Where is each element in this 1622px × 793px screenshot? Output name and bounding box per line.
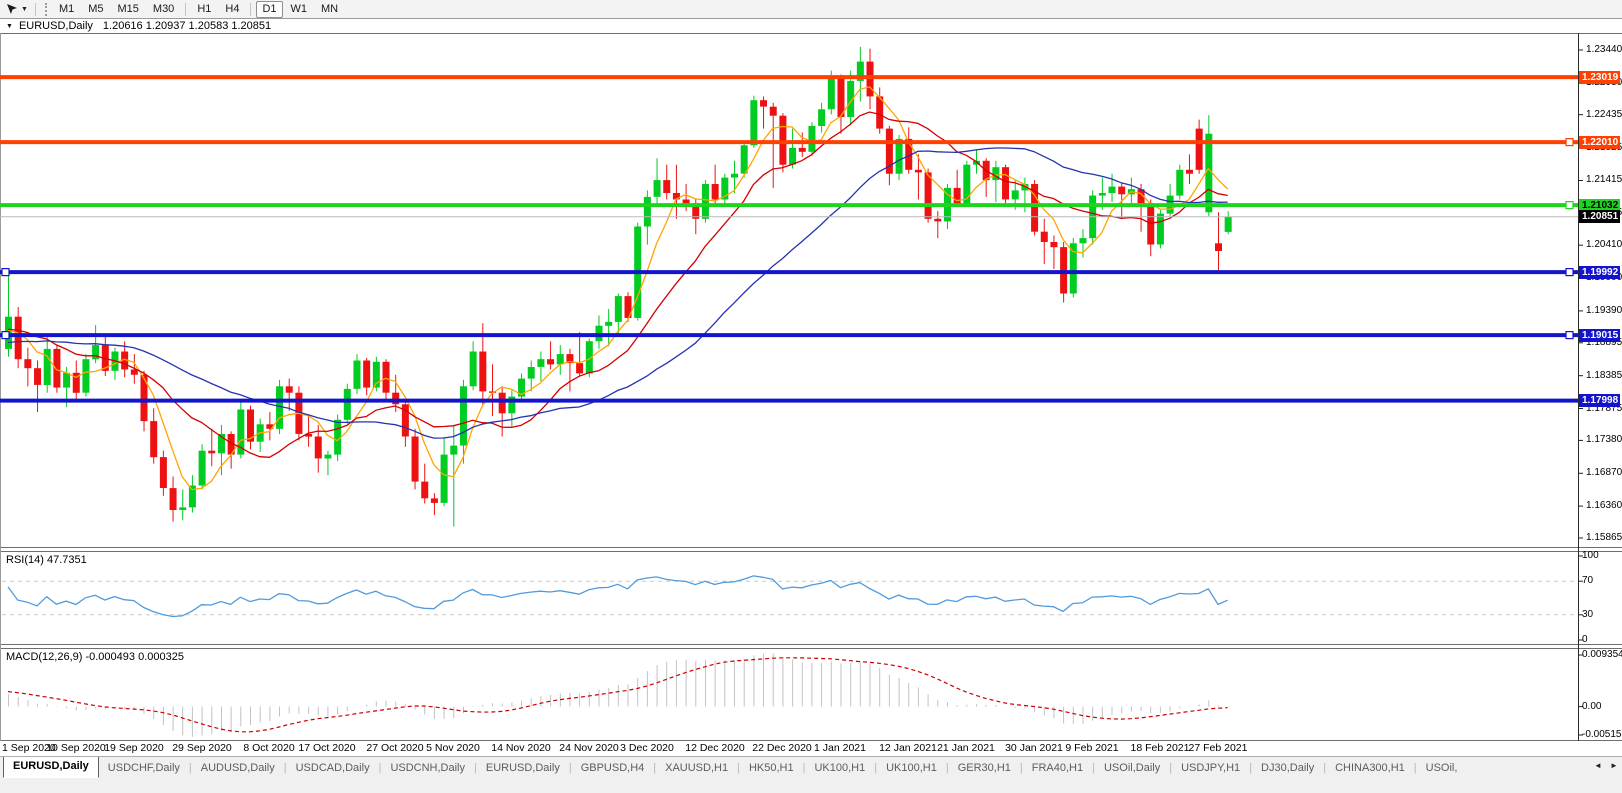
date-tick-label: 30 Jan 2021	[1005, 742, 1063, 754]
price-tick-label: 1.19390	[1586, 305, 1622, 316]
price-level-label: 1.19015	[1579, 329, 1620, 342]
chart-tab-ger30-h1[interactable]: GER30,H1	[949, 759, 1020, 778]
date-tick-label: 19 Sep 2020	[104, 742, 164, 754]
timeframe-button-w1[interactable]: W1	[285, 1, 314, 18]
toolbar-separator	[185, 2, 187, 16]
date-tick-label: 3 Dec 2020	[620, 742, 674, 754]
mt4-window: ▼ M1 M5 M15 M30 H1 H4 D1 W1 MN ▼ EURUSD,Daily 1.…	[0, 0, 1622, 793]
timeframe-button-h4[interactable]: H4	[219, 1, 245, 18]
price-level-label: 1.23019	[1579, 71, 1620, 84]
panel-splitter[interactable]	[0, 547, 1622, 548]
window-menu-icon[interactable]: ▼	[6, 23, 13, 30]
macd-indicator-label: MACD(12,26,9) -0.000493 0.000325	[6, 651, 184, 663]
chart-tab-uk100-h1[interactable]: UK100,H1	[877, 759, 946, 778]
timeframe-button-m30[interactable]: M30	[147, 1, 180, 18]
timeframe-buttons: M1 M5 M15 M30 H1 H4 D1 W1 MN	[52, 0, 345, 18]
date-tick-label: 9 Feb 2021	[1065, 742, 1119, 754]
price-tick-label: 1.20410	[1586, 239, 1622, 250]
rsi-tick-label: 30	[1582, 609, 1594, 620]
chart-tab-usdcad-daily[interactable]: USDCAD,Daily	[287, 759, 379, 778]
chart-tabs-bar: EURUSD,Daily USDCHF,Daily | AUDUSD,Daily | US…	[0, 756, 1622, 778]
chart-tab-fra40-h1[interactable]: FRA40,H1	[1023, 759, 1092, 778]
price-tick-label: 1.23440	[1586, 44, 1622, 55]
date-tick-label: 27 Feb 2021	[1188, 742, 1248, 754]
macd-panel[interactable]	[0, 649, 1578, 740]
chart-tab-eurusd-daily[interactable]: EURUSD,Daily	[3, 757, 99, 778]
macd-tick-label: 0.009354	[1582, 649, 1622, 660]
timeframe-button-m5[interactable]: M5	[82, 1, 109, 18]
price-tick-label: 1.22435	[1586, 109, 1622, 120]
chart-tab-usdcnh-daily[interactable]: USDCNH,Daily	[381, 759, 474, 778]
chart-tab-eurusd-daily[interactable]: EURUSD,Daily	[477, 759, 569, 778]
date-tick-label: 5 Nov 2020	[426, 742, 480, 754]
timeframe-button-m15[interactable]: M15	[112, 1, 145, 18]
price-axis[interactable]: 1.234401.229301.224351.219251.214151.209…	[1578, 0, 1622, 756]
chart-tab-hk50-h1[interactable]: HK50,H1	[740, 759, 803, 778]
toolbar-separator	[34, 2, 36, 16]
timeframe-button-h1[interactable]: H1	[191, 1, 217, 18]
price-level-label: 1.22010	[1579, 136, 1620, 149]
chart-tab-dj30-daily[interactable]: DJ30,Daily	[1252, 759, 1323, 778]
date-tick-label: 24 Nov 2020	[559, 742, 619, 754]
cursor-tool-icon[interactable]	[4, 2, 20, 16]
timeframe-button-d1[interactable]: D1	[256, 0, 283, 18]
chart-tab-usoil[interactable]: USOil,	[1417, 759, 1467, 778]
rsi-tick-label: 0	[1582, 634, 1588, 645]
chart-ohlc-values: 1.20616 1.20937 1.20583 1.20851	[102, 20, 272, 32]
chart-tab-usdjpy-h1[interactable]: USDJPY,H1	[1172, 759, 1249, 778]
price-tick-label: 1.18385	[1586, 370, 1622, 381]
date-tick-label: 27 Oct 2020	[366, 742, 424, 754]
price-level-label: 1.19992	[1579, 266, 1620, 279]
rsi-indicator-label: RSI(14) 47.7351	[6, 554, 87, 566]
chart-tab-usdchf-daily[interactable]: USDCHF,Daily	[99, 759, 189, 778]
date-tick-label: 17 Oct 2020	[298, 742, 356, 754]
price-tick-label: 1.15865	[1586, 532, 1622, 543]
toolbar-separator	[250, 2, 252, 16]
main-chart-plot-area[interactable]	[0, 34, 1578, 547]
chart-tab-gbpusd-h4[interactable]: GBPUSD,H4	[572, 759, 654, 778]
toolbar-grip[interactable]	[44, 2, 47, 16]
date-tick-label: 22 Dec 2020	[752, 742, 812, 754]
date-tick-label: 21 Jan 2021	[937, 742, 995, 754]
price-tick-label: 1.16870	[1586, 467, 1622, 478]
toolbar-dropdown-caret[interactable]: ▼	[21, 6, 28, 13]
tabs-scroll-right-icon[interactable]: ►	[1608, 758, 1620, 774]
chart-tab-xauusd-h1[interactable]: XAUUSD,H1	[656, 759, 737, 778]
date-tick-label: 1 Jan 2021	[814, 742, 866, 754]
date-tick-label: 14 Nov 2020	[491, 742, 551, 754]
date-tick-label: 29 Sep 2020	[172, 742, 232, 754]
chart-tab-uk100-h1[interactable]: UK100,H1	[805, 759, 874, 778]
date-tick-label: 8 Oct 2020	[243, 742, 295, 754]
price-tick-label: 1.21415	[1586, 174, 1622, 185]
macd-tick-label: -0.005156	[1582, 729, 1622, 740]
rsi-tick-label: 100	[1582, 550, 1599, 561]
chart-tab-audusd-daily[interactable]: AUDUSD,Daily	[192, 759, 284, 778]
chart-symbol-label: EURUSD,Daily	[18, 20, 93, 32]
date-tick-label: 12 Jan 2021	[879, 742, 937, 754]
tabs-scroll-arrows: ◄ ►	[1592, 758, 1620, 774]
toolbar: ▼ M1 M5 M15 M30 H1 H4 D1 W1 MN	[0, 0, 1622, 19]
tabs-scroll-left-icon[interactable]: ◄	[1592, 758, 1604, 774]
time-axis[interactable]: 1 Sep 2020 10 Sep 2020 19 Sep 2020 29 Sep 2…	[0, 741, 1622, 756]
panel-splitter[interactable]	[0, 644, 1622, 645]
price-level-label: 1.17998	[1579, 394, 1620, 407]
date-tick-label: 12 Dec 2020	[685, 742, 745, 754]
chart-tab-china300-h1[interactable]: CHINA300,H1	[1326, 759, 1414, 778]
chart-title-bar: ▼ EURUSD,Daily 1.20616 1.20937 1.20583 1…	[0, 19, 1622, 33]
rsi-tick-label: 70	[1582, 575, 1594, 586]
price-tick-label: 1.16360	[1586, 500, 1622, 511]
date-tick-label: 18 Feb 2021	[1130, 742, 1190, 754]
macd-tick-label: 0.00	[1582, 701, 1602, 712]
current-price-label: 1.20851	[1579, 210, 1620, 223]
timeframe-button-mn[interactable]: MN	[315, 1, 344, 18]
date-tick-label: 10 Sep 2020	[46, 742, 106, 754]
timeframe-button-m1[interactable]: M1	[53, 1, 80, 18]
rsi-panel[interactable]	[0, 552, 1578, 644]
chart-tab-usoil-daily[interactable]: USOil,Daily	[1095, 759, 1169, 778]
price-tick-label: 1.17380	[1586, 434, 1622, 445]
